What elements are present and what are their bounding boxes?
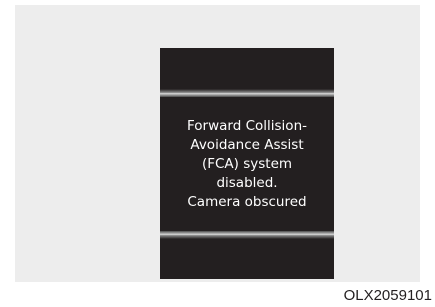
display-bottom-band — [160, 239, 334, 279]
warning-message-line: disabled. — [216, 174, 278, 191]
figure-code-label: OLX2059101 — [343, 287, 432, 304]
display-top-band — [160, 48, 334, 89]
warning-message-area: Forward Collision- Avoidance Assist (FCA… — [160, 97, 334, 231]
warning-message-line: Forward Collision- — [187, 117, 307, 134]
display-top-divider — [160, 89, 334, 97]
warning-message-line: Camera obscured — [187, 193, 307, 210]
warning-message-line: (FCA) system — [201, 155, 293, 172]
warning-message: Forward Collision- Avoidance Assist (FCA… — [167, 117, 327, 212]
display-bottom-divider — [160, 231, 334, 239]
warning-message-line: Avoidance Assist — [190, 136, 304, 153]
cluster-lcd-display: Forward Collision- Avoidance Assist (FCA… — [160, 48, 334, 279]
illustration-panel: Forward Collision- Avoidance Assist (FCA… — [15, 5, 420, 282]
